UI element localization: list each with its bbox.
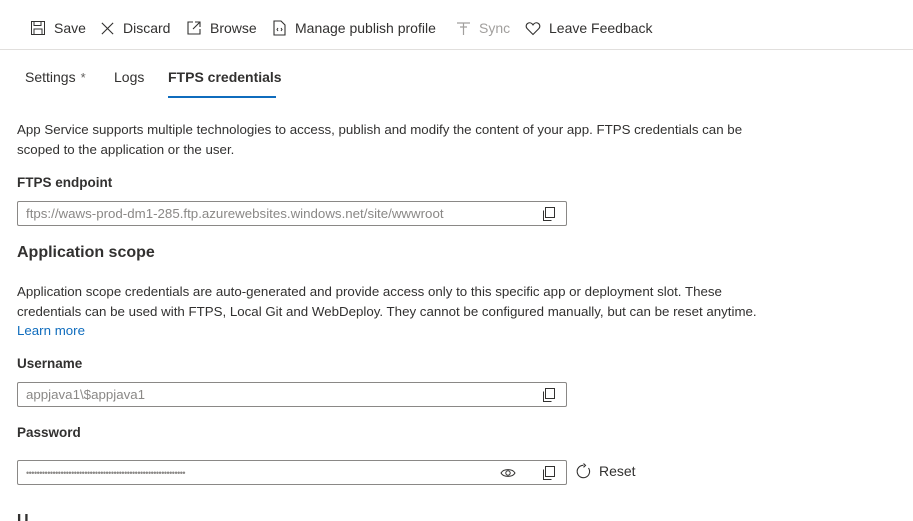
browse-label: Browse: [210, 20, 257, 36]
discard-button[interactable]: Discard: [100, 16, 170, 40]
learn-more-link[interactable]: Learn more: [17, 323, 85, 338]
sync-icon: [457, 22, 470, 35]
tab-settings[interactable]: Settings *: [25, 68, 86, 90]
command-bar: Save Discard Browse Manage publish profi…: [0, 0, 913, 50]
ftps-endpoint-input[interactable]: [18, 202, 566, 225]
modified-indicator: *: [80, 70, 86, 85]
password-label: Password: [17, 425, 81, 440]
browse-button[interactable]: Browse: [186, 16, 257, 40]
reset-button[interactable]: Reset: [575, 461, 636, 481]
application-scope-heading: Application scope: [17, 244, 155, 261]
show-password-icon[interactable]: [500, 466, 516, 480]
leave-feedback-button[interactable]: Leave Feedback: [525, 16, 653, 40]
heart-icon: [525, 21, 541, 35]
open-external-icon: [187, 21, 201, 35]
copy-icon[interactable]: [541, 465, 557, 481]
manage-publish-profile-label: Manage publish profile: [295, 20, 436, 36]
tab-ftps-credentials[interactable]: FTPS credentials: [168, 68, 282, 90]
password-input[interactable]: [18, 461, 566, 484]
tab-logs-label: Logs: [114, 69, 145, 85]
sync-label: Sync: [479, 20, 511, 36]
application-scope-description-text: Application scope credentials are auto-g…: [17, 284, 757, 319]
tab-logs[interactable]: Logs: [114, 68, 144, 90]
intro-description: App Service supports multiple technologi…: [17, 122, 743, 157]
refresh-icon: [576, 462, 591, 478]
application-scope-description: Application scope credentials are auto-g…: [17, 282, 777, 341]
copy-icon[interactable]: [541, 387, 557, 403]
document-icon: [273, 20, 286, 36]
ftps-endpoint-field: [17, 201, 567, 226]
tab-settings-label: Settings: [25, 69, 76, 85]
reset-label: Reset: [599, 463, 636, 479]
save-icon: [31, 21, 45, 35]
user-scope-heading: U: [17, 512, 29, 521]
sync-button[interactable]: Sync: [456, 16, 510, 40]
leave-feedback-label: Leave Feedback: [549, 20, 653, 36]
save-label: Save: [54, 20, 86, 36]
username-field: [17, 382, 567, 407]
tab-ftps-credentials-label: FTPS credentials: [168, 69, 282, 85]
active-tab-indicator: [168, 96, 276, 98]
password-field: [17, 460, 567, 485]
discard-label: Discard: [123, 20, 171, 36]
username-input[interactable]: [18, 383, 566, 406]
username-label: Username: [17, 356, 83, 371]
copy-icon[interactable]: [541, 206, 557, 222]
ftps-endpoint-label: FTPS endpoint: [17, 175, 113, 190]
save-button[interactable]: Save: [30, 16, 86, 40]
close-icon: [101, 21, 114, 35]
manage-publish-profile-button[interactable]: Manage publish profile: [272, 16, 436, 40]
